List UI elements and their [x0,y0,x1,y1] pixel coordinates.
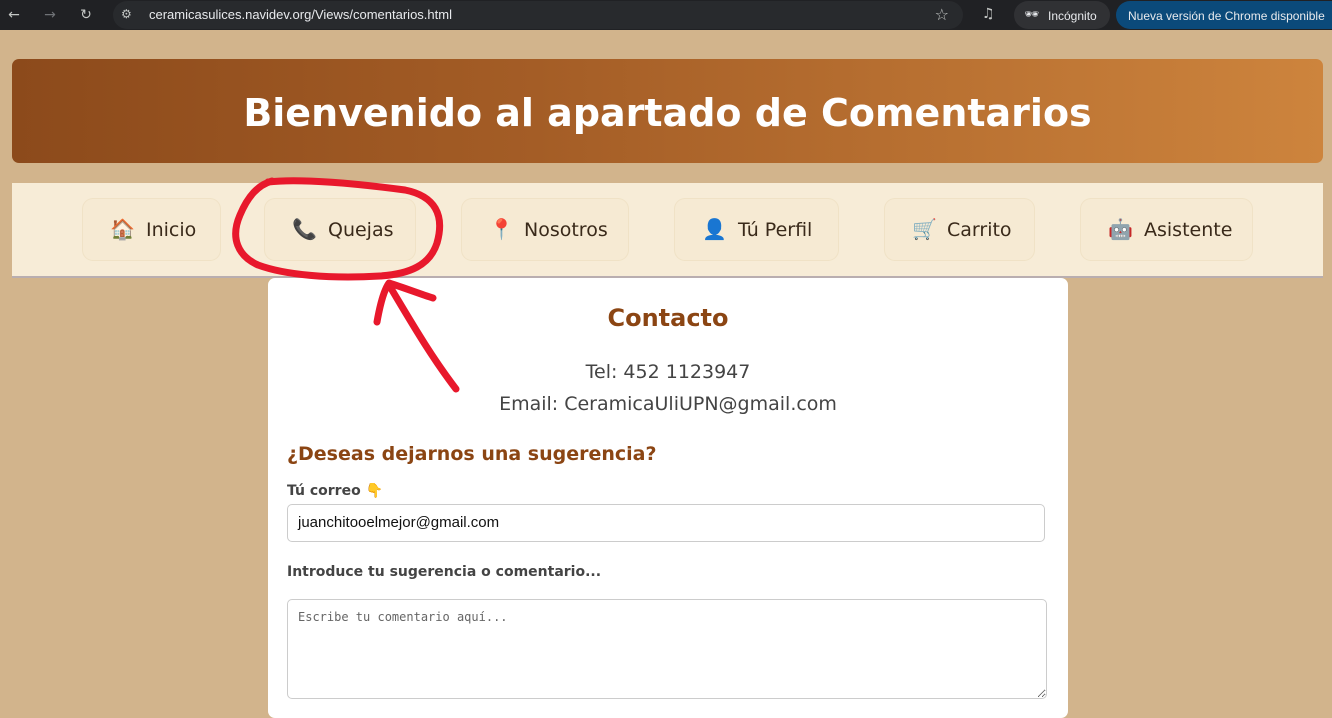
bookmark-star-icon[interactable]: ☆ [935,5,949,24]
email-label: Tú correo 👇 [287,483,383,499]
nav-item-nosotros[interactable]: 📍 Nosotros [462,199,628,260]
incognito-badge[interactable]: 🕶 Incógnito [1014,1,1110,29]
nav-item-label: Asistente [1144,219,1233,241]
comment-textarea[interactable] [287,599,1047,699]
house-icon: 🏠 [110,217,135,241]
user-icon: 👤 [702,217,727,241]
forward-arrow-icon[interactable]: → [40,5,60,25]
nav-item-label: Quejas [328,219,394,241]
browser-toolbar: ← → ↻ ⚙ ceramicasulices.navidev.org/View… [0,0,1332,30]
phone-icon: 📞 [292,217,317,241]
contact-email: Email: CeramicaUliUPN@gmail.com [499,393,837,415]
header-banner: Bienvenido al apartado de Comentarios [12,59,1323,163]
address-bar[interactable]: ⚙ ceramicasulices.navidev.org/Views/come… [113,1,963,29]
location-pin-icon: 📍 [489,217,514,241]
robot-icon: 🤖 [1108,217,1133,241]
nav-item-label: Carrito [947,219,1012,241]
url-text[interactable]: ceramicasulices.navidev.org/Views/coment… [149,7,452,22]
nav-item-carrito[interactable]: 🛒 Carrito [885,199,1034,260]
suggestion-heading: ¿Deseas dejarnos una sugerencia? [287,443,657,465]
reload-icon[interactable]: ↻ [76,5,96,25]
main-nav: 🏠 Inicio 📞 Quejas 📍 Nosotros 👤 Tú Perfil… [12,183,1323,278]
chrome-update-button[interactable]: Nueva versión de Chrome disponible [1116,1,1332,29]
contact-title: Contacto [607,304,729,332]
nav-item-quejas[interactable]: 📞 Quejas [265,199,415,260]
media-controls-icon[interactable]: ♫ [982,6,995,22]
nav-item-inicio[interactable]: 🏠 Inicio [83,199,220,260]
incognito-label: Incógnito [1048,9,1097,23]
site-settings-icon[interactable]: ⚙ [121,7,137,23]
incognito-icon: 🕶 [1024,7,1040,21]
cart-icon: 🛒 [912,217,937,241]
contact-card: Contacto Tel: 452 1123947 Email: Ceramic… [268,278,1068,718]
page-title: Bienvenido al apartado de Comentarios [243,91,1092,135]
nav-item-label: Nosotros [524,219,608,241]
nav-item-perfil[interactable]: 👤 Tú Perfil [675,199,838,260]
nav-item-label: Tú Perfil [738,219,813,241]
nav-item-label: Inicio [146,219,197,241]
comment-label: Introduce tu sugerencia o comentario... [287,564,602,580]
email-field[interactable]: juanchitooelmejor@gmail.com [287,504,1045,542]
nav-item-asistente[interactable]: 🤖 Asistente [1081,199,1252,260]
contact-phone: Tel: 452 1123947 [585,361,751,383]
chrome-update-label: Nueva versión de Chrome disponible [1128,9,1325,23]
back-arrow-icon[interactable]: ← [4,5,24,25]
